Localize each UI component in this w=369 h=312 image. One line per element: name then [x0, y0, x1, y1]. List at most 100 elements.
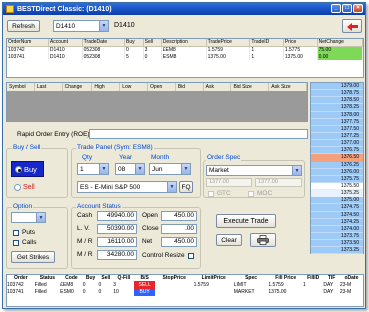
puts-checkbox[interactable]: Puts: [13, 229, 35, 236]
ladder-price-row[interactable]: 1376.25: [311, 161, 363, 169]
column-header: Bid Size: [231, 83, 270, 91]
stop-price-input[interactable]: 1377.00: [255, 178, 302, 187]
open-label: Open: [142, 212, 158, 219]
chevron-down-icon[interactable]: ▼: [181, 164, 190, 174]
gtc-checkbox-box[interactable]: [208, 190, 214, 197]
table-cell: 1.5775: [283, 46, 318, 53]
close-button[interactable]: ×: [353, 4, 363, 13]
window-controls: _ □ ×: [331, 4, 363, 13]
qty-select[interactable]: 1 ▼: [77, 163, 109, 175]
cash-label: Cash: [77, 212, 93, 219]
quotes-header: Symbol Last Change High Low Open Bid Ask Bid Siz…: [7, 83, 307, 91]
table-cell: DAY: [323, 281, 334, 288]
table-cell: 1375.00: [283, 53, 318, 60]
table-row[interactable]: 103741 D1410 052308 5 0 ESM8 1375.00 1 1375.00 0.…: [7, 53, 363, 60]
table-cell: 10: [113, 289, 119, 296]
ladder-price-row[interactable]: 1376.50: [311, 154, 363, 162]
ladder-price-row[interactable]: 1378.25: [311, 104, 363, 112]
chevron-down-icon[interactable]: ▼: [167, 182, 176, 192]
table-cell: D1410: [48, 53, 83, 60]
table-row[interactable]: 103741 Filled ESM0 0 0 10 BUY MARKET 1375.00 DAY 2…: [7, 288, 363, 296]
column-header: Sell: [143, 39, 162, 47]
account-select[interactable]: D1410 ▼: [53, 20, 109, 32]
ladder-price-row[interactable]: 1377.25: [311, 132, 363, 141]
side-badge: SELL: [134, 281, 155, 289]
roe-input[interactable]: [89, 129, 308, 139]
ladder-price-row[interactable]: 1377.75: [311, 118, 363, 126]
chevron-down-icon[interactable]: ▼: [99, 164, 108, 174]
ladder-price-row[interactable]: 1375.00: [311, 197, 363, 205]
title-bar[interactable]: BESTDirect Classic: (D1410) _ □ ×: [3, 3, 365, 15]
open-value: 450.00: [161, 211, 197, 221]
print-button[interactable]: [250, 233, 276, 247]
ladder-price-row[interactable]: 1374.50: [311, 211, 363, 219]
fq-button[interactable]: FQ: [179, 181, 193, 193]
side-badge: BUY: [134, 288, 155, 296]
moc-checkbox[interactable]: MOC: [248, 190, 272, 197]
orders-table[interactable]: Order Status Code Buy Sell Q-Fill B/S StopPrice…: [6, 274, 364, 307]
ladder-price-row[interactable]: 1373.50: [311, 240, 363, 248]
gtc-label: GTC: [217, 190, 231, 197]
chevron-down-icon[interactable]: ▼: [99, 21, 108, 31]
buy-radio-dot[interactable]: [15, 166, 22, 173]
calls-checkbox-box[interactable]: [13, 239, 19, 246]
chevron-down-icon[interactable]: ▼: [135, 164, 144, 174]
back-arrow-button[interactable]: [342, 19, 362, 33]
minimize-button[interactable]: _: [331, 4, 341, 13]
ladder-price-row[interactable]: 1377.00: [311, 140, 363, 148]
ladder-price-row[interactable]: 1378.00: [311, 111, 363, 119]
table-row[interactable]: 103742 D1410 052308 0 3 £EM8 1.5759 1 1.5775 75.0…: [7, 46, 363, 53]
table-cell: MARKET: [233, 289, 255, 296]
symbol-select[interactable]: ES - E-Mini S&P 500 ▼: [77, 181, 177, 193]
year-select[interactable]: 08 ▼: [115, 163, 145, 175]
get-strikes-button[interactable]: Get Strikes: [11, 251, 55, 263]
ladder-price-row[interactable]: 1373.25: [311, 247, 363, 255]
ladder-price-row[interactable]: 1375.50: [311, 182, 363, 191]
chevron-down-icon[interactable]: ▼: [36, 213, 45, 222]
sell-radio-dot[interactable]: [14, 184, 21, 191]
puts-checkbox-box[interactable]: [13, 229, 19, 236]
order-spec-group-label: Order Spec: [206, 154, 242, 161]
control-resize-checkbox[interactable]: Control Resize: [142, 252, 194, 259]
moc-checkbox-box[interactable]: [248, 190, 254, 197]
clear-button[interactable]: Clear: [216, 234, 242, 246]
ladder-price-row[interactable]: 1376.75: [311, 147, 363, 155]
calls-checkbox[interactable]: Calls: [13, 239, 36, 246]
chevron-down-icon[interactable]: ▼: [292, 166, 301, 175]
close-label: Close: [142, 225, 159, 232]
ladder-price-row[interactable]: 1374.25: [311, 218, 363, 226]
ladder-price-row[interactable]: 1377.50: [311, 125, 363, 133]
ladder-price-row[interactable]: 1373.75: [311, 232, 363, 241]
ladder-price-row[interactable]: 1374.75: [311, 204, 363, 212]
ladder-price-row[interactable]: 1374.00: [311, 225, 363, 233]
limit-price-input[interactable]: 1377.00: [206, 178, 252, 187]
positions-table[interactable]: OrderNum Account TradeDate Buy Sell Descripti…: [6, 38, 364, 78]
table-cell: LIMIT: [233, 281, 247, 288]
execute-trade-button[interactable]: Execute Trade: [216, 214, 276, 228]
ladder-price-row[interactable]: 1375.75: [311, 175, 363, 183]
month-select[interactable]: Jun ▼: [149, 163, 191, 175]
order-type-select[interactable]: Market ▼: [206, 165, 302, 176]
buy-radio[interactable]: Buy: [15, 165, 37, 174]
buy-option[interactable]: Buy: [11, 161, 44, 177]
ladder-price-row[interactable]: 1379.00: [311, 83, 363, 91]
sell-radio[interactable]: Sell: [14, 184, 35, 191]
price-ladder[interactable]: 1379.00 1378.75 1378.50 1378.25 1378.00 1377.…: [310, 82, 364, 255]
refresh-button[interactable]: Refresh: [7, 20, 40, 32]
column-header: TradeID: [249, 39, 284, 47]
table-cell: DAY: [323, 289, 334, 296]
ladder-price-row[interactable]: 1375.25: [311, 190, 363, 198]
option-select[interactable]: ▼: [11, 212, 46, 223]
printer-icon: [257, 235, 269, 245]
quotes-table[interactable]: Symbol Last Change High Low Open Bid Ask Bid Siz…: [6, 82, 308, 122]
gtc-checkbox[interactable]: GTC: [208, 190, 231, 197]
table-cell: 0: [82, 289, 86, 296]
table-row[interactable]: 103742 Filled £EM8 0 0 3 SELL 1.5759 LIMIT 1.5759…: [7, 281, 363, 289]
ladder-price-row[interactable]: 1378.75: [311, 90, 363, 98]
column-header: NetChange: [317, 39, 363, 47]
ladder-price-row[interactable]: 1378.50: [311, 97, 363, 105]
year-value: 08: [118, 165, 126, 173]
control-resize-checkbox-box[interactable]: [187, 252, 194, 259]
ladder-price-row[interactable]: 1376.00: [311, 168, 363, 176]
maximize-button[interactable]: □: [342, 4, 352, 13]
